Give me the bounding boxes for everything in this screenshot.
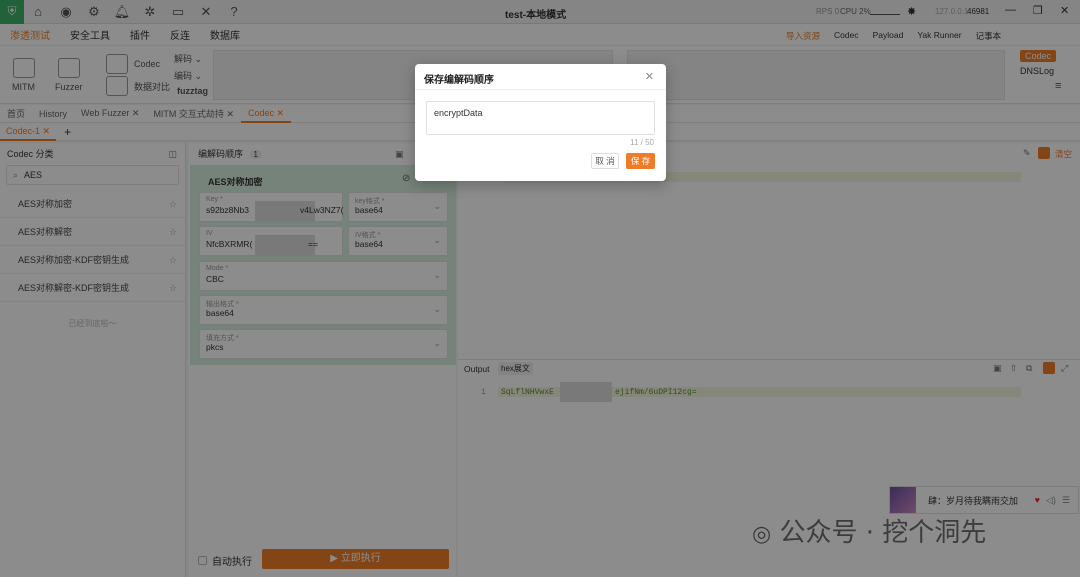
dialog-title: 保存编解码顺序 [424, 75, 494, 86]
save-button[interactable]: 保 存 [626, 153, 655, 169]
cancel-button[interactable]: 取 消 [591, 153, 619, 169]
save-sequence-dialog: 保存编解码顺序 ✕ encryptData 11 / 50 取 消 保 存 [415, 64, 666, 181]
dialog-divider [415, 89, 666, 90]
sequence-name-input[interactable]: encryptData [426, 101, 655, 135]
close-icon[interactable]: ✕ [645, 70, 654, 83]
char-counter: 11 / 50 [630, 138, 654, 147]
